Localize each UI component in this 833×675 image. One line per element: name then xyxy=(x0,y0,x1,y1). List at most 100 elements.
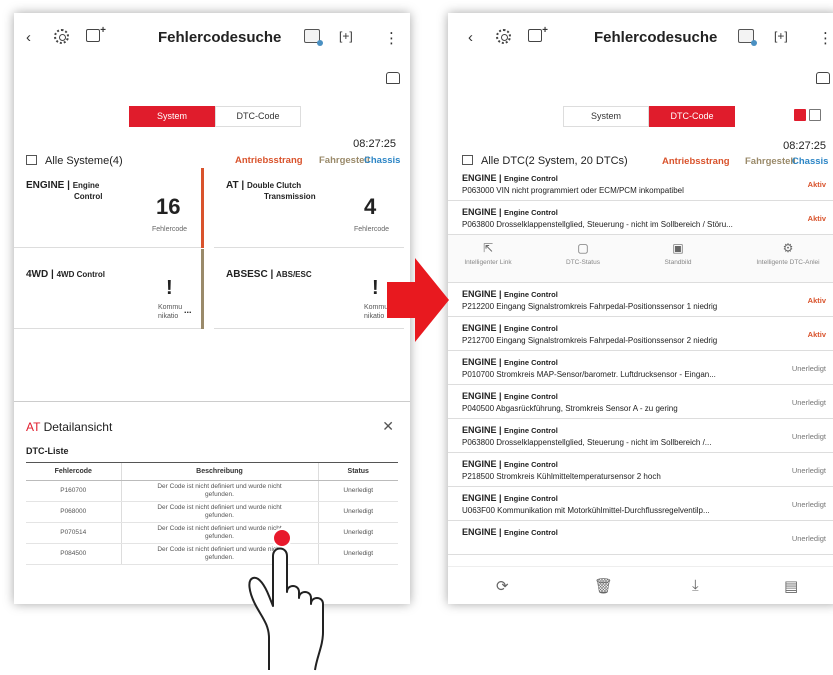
all-systems-row[interactable]: Alle Systeme(4) xyxy=(26,155,123,167)
row-actions-bar: ⇱ Intelligenter Link ▢ DTC-Status ▣ Standbi… xyxy=(448,235,833,283)
system-sub: Engine Control xyxy=(504,494,558,503)
system-card-name: AT | Double Clutch Transmission xyxy=(226,180,316,201)
select-all-icon[interactable] xyxy=(462,155,473,165)
dtc-status: Unerledigt xyxy=(791,500,826,509)
system-sub: Engine Control xyxy=(504,208,558,217)
column-header-status: Status xyxy=(317,462,398,481)
gear-scan-icon[interactable] xyxy=(496,29,511,48)
dtc-status: Aktiv xyxy=(807,296,826,305)
tab-dtc-code[interactable]: DTC-Code xyxy=(215,106,301,127)
dtc-description: P063000 VIN nicht programmiert oder ECM/… xyxy=(462,186,684,195)
system-card-4wd[interactable]: 4WD | 4WD Control ! Kommu nikatio ... xyxy=(14,249,204,329)
dtc-status: Aktiv xyxy=(807,214,826,223)
system-sub: Engine Control xyxy=(504,426,558,435)
left-phone-screen: ‹ Fehlercodesuche [+] ⋮ System DTC-Code … xyxy=(14,13,410,604)
category-chassis[interactable]: Chassis xyxy=(792,156,828,167)
right-phone-screen: ‹ Fehlercodesuche [+] ⋮ System DTC-Code … xyxy=(448,13,833,604)
system-name: ENGINE xyxy=(462,425,497,435)
system-name: ENGINE xyxy=(462,493,497,503)
action-smart-dtc-guide[interactable]: ⚙ Intelligente DTC-Anlei xyxy=(738,241,833,266)
view-tabs: System DTC-Code xyxy=(129,106,301,127)
action-label: Intelligenter Link xyxy=(464,259,512,266)
system-card-absesc[interactable]: ABSESC | ABS/ESC ! Kommunikatio ... xyxy=(214,249,404,329)
warning-mark: ! xyxy=(372,277,379,299)
system-name: ENGINE xyxy=(462,527,497,537)
system-card-engine[interactable]: ENGINE | Engine Control 16 Fehlercode xyxy=(14,168,204,248)
database-icon[interactable] xyxy=(304,29,323,47)
close-icon[interactable]: ✕ xyxy=(382,418,394,435)
more-dots[interactable]: ... xyxy=(184,305,192,315)
all-systems-label: Alle Systeme(4) xyxy=(45,155,123,167)
category-fahrgestell[interactable]: Fahrgestell xyxy=(319,155,370,166)
gear-scan-icon[interactable] xyxy=(54,29,69,48)
back-icon[interactable]: ‹ xyxy=(468,29,473,46)
dtc-row[interactable]: ENGINE | Engine Control Unerledigt xyxy=(448,521,833,555)
tab-system[interactable]: System xyxy=(129,106,215,127)
category-bar xyxy=(201,168,204,248)
list-view-icon[interactable] xyxy=(794,109,806,121)
dtc-row[interactable]: ENGINE | Engine Control P218500 Stromkre… xyxy=(448,453,833,487)
dtc-row[interactable]: ENGINE | Engine Control U063F00 Kommunik… xyxy=(448,487,833,521)
system-name: 4WD xyxy=(26,269,49,280)
system-card-name: 4WD | 4WD Control xyxy=(26,269,106,280)
fullscreen-icon[interactable]: [+] xyxy=(774,29,788,43)
system-card-name: ENGINE | Engine Control xyxy=(26,180,103,201)
system-name: ENGINE xyxy=(462,173,497,183)
category-fahrgestell[interactable]: Fahrgestell xyxy=(745,156,796,167)
system-sub: Engine Control xyxy=(504,392,558,401)
dtc-row[interactable]: ENGINE | Engine Control P063800 Drosselk… xyxy=(448,201,833,235)
dtc-row[interactable]: ENGINE | Engine Control P212200 Eingang … xyxy=(448,283,833,317)
system-card-at[interactable]: AT | Double Clutch Transmission 4 Fehlerc… xyxy=(214,168,404,248)
dtc-status: Aktiv xyxy=(807,180,826,189)
refresh-icon[interactable]: ⟳ xyxy=(496,577,509,595)
vehicle-icon[interactable] xyxy=(386,71,400,89)
desc-line-2: gefunden. xyxy=(205,512,234,519)
communication-line-2: nikatio xyxy=(158,313,179,320)
dtc-row[interactable]: ENGINE | Engine Control P212700 Eingang … xyxy=(448,317,833,351)
action-freeze-frame[interactable]: ▣ Standbild xyxy=(638,241,718,266)
back-icon[interactable]: ‹ xyxy=(26,29,31,46)
add-vehicle-icon[interactable] xyxy=(528,25,548,46)
grid-view-icon[interactable] xyxy=(809,109,821,121)
tab-system[interactable]: System xyxy=(563,106,649,127)
category-antriebsstrang[interactable]: Antriebsstrang xyxy=(662,156,730,167)
vehicle-icon[interactable] xyxy=(816,71,830,89)
dtc-status: Unerledigt xyxy=(791,534,826,543)
dtc-row[interactable]: ENGINE | Engine Control P010700 Stromkre… xyxy=(448,351,833,385)
system-sub: Engine Control xyxy=(504,324,558,333)
dtc-row[interactable]: ENGINE | Engine Control P040500 Abgasrüc… xyxy=(448,385,833,419)
system-sub: Engine Control xyxy=(504,358,558,367)
system-sub-2: Transmission xyxy=(264,192,316,201)
all-dtc-label: Alle DTC(2 System, 20 DTCs) xyxy=(481,155,628,167)
dtc-description: P212200 Eingang Signalstromkreis Fahrped… xyxy=(462,302,718,311)
system-sub-1: ABS/ESC xyxy=(276,270,312,279)
category-chassis[interactable]: Chassis xyxy=(364,155,400,166)
dtc-status: Unerledigt xyxy=(791,432,826,441)
category-antriebsstrang[interactable]: Antriebsstrang xyxy=(235,155,303,166)
more-menu-icon[interactable]: ⋮ xyxy=(818,29,833,47)
system-sub-2: Control xyxy=(74,192,103,201)
table-row[interactable]: P160700 Der Code ist nicht definiert und… xyxy=(26,480,398,502)
all-dtc-row[interactable]: Alle DTC(2 System, 20 DTCs) xyxy=(462,155,628,167)
more-menu-icon[interactable]: ⋮ xyxy=(384,29,399,47)
dtc-row[interactable]: ENGINE | Engine Control P063000 VIN nich… xyxy=(448,167,833,201)
warning-mark: ! xyxy=(166,277,173,299)
action-smart-link[interactable]: ⇱ Intelligenter Link xyxy=(448,241,528,266)
delete-icon[interactable]: 🗑 xyxy=(594,577,613,595)
desc-line-1: Der Code ist nicht definiert und wurde n… xyxy=(157,483,282,490)
dtc-row[interactable]: ENGINE | Engine Control P063800 Drosselk… xyxy=(448,419,833,453)
dtc-status: Unerledigt xyxy=(791,466,826,475)
detail-title-text: Detailansicht xyxy=(43,420,113,434)
action-dtc-status[interactable]: ▢ DTC-Status xyxy=(543,241,623,266)
database-icon[interactable] xyxy=(738,29,757,47)
fullscreen-icon[interactable]: [+] xyxy=(339,29,353,43)
communication-label: Kommu nikatio xyxy=(364,303,388,321)
add-vehicle-icon[interactable] xyxy=(86,25,106,46)
dtc-system: ENGINE | Engine Control xyxy=(462,357,558,367)
select-all-icon[interactable] xyxy=(26,155,37,165)
download-icon[interactable]: ⤓ xyxy=(692,577,699,594)
dtc-system: ENGINE | Engine Control xyxy=(462,323,558,333)
tab-dtc-code[interactable]: DTC-Code xyxy=(649,106,735,127)
report-icon[interactable]: ▤ xyxy=(784,577,798,595)
system-card-name: ABSESC | ABS/ESC xyxy=(226,269,312,280)
